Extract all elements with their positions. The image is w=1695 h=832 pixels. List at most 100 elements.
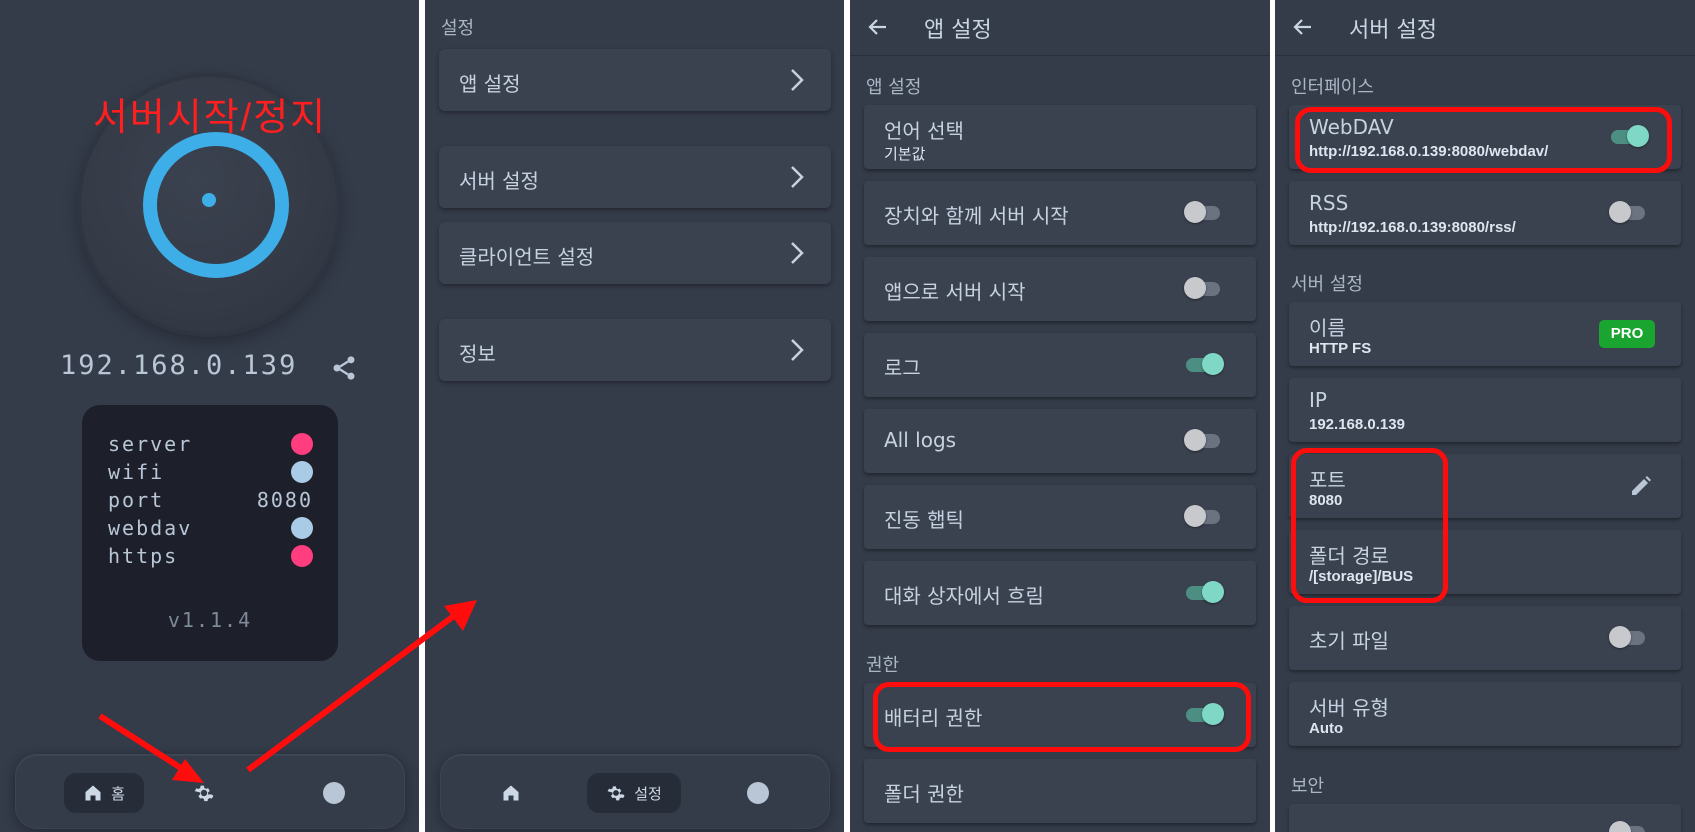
menu-label: 서버 설정 — [459, 169, 539, 193]
status-label: port — [108, 488, 165, 512]
section-server: 서버 설정 — [1291, 274, 1363, 295]
annotation-start-stop: 서버시작/정지 — [92, 97, 328, 139]
nav-settings-label: 설정 — [634, 784, 662, 803]
section-security: 보안 — [1291, 776, 1325, 797]
setting-row[interactable]: 장치와 함께 서버 시작 — [864, 181, 1256, 245]
menu-label: 클라이언트 설정 — [459, 245, 595, 269]
share-icon[interactable] — [330, 354, 358, 382]
name-row[interactable]: 이름 HTTP FS PRO — [1289, 302, 1681, 366]
setting-row[interactable]: 대화 상자에서 흐림 — [864, 561, 1256, 625]
ip-address: 192.168.0.139 — [60, 350, 298, 381]
section-permissions: 권한 — [866, 655, 900, 676]
status-card: server wifi port 8080 webdav https v1.1.… — [82, 405, 338, 661]
toggle-switch[interactable] — [1184, 201, 1220, 223]
toggle-switch[interactable] — [1184, 277, 1220, 299]
back-arrow-icon[interactable] — [1291, 15, 1315, 39]
row-title: 로그 — [884, 356, 921, 380]
settings-screen: 설정 앱 설정 서버 설정 클라이언트 설정 정보 설정 — [425, 0, 844, 832]
circle-icon — [323, 782, 345, 804]
row-title: 폴더 경로 — [1309, 544, 1389, 568]
setting-row[interactable]: 진동 햅틱 — [864, 485, 1256, 549]
folder-path-row[interactable]: 폴더 경로 /[storage]/BUS — [1289, 530, 1681, 594]
status-row-wifi: wifi — [108, 460, 313, 486]
nav-home[interactable]: 홈 — [64, 773, 144, 813]
toggle-switch[interactable] — [1186, 581, 1224, 603]
page-title: 서버 설정 — [1349, 18, 1437, 43]
status-row-port: port 8080 — [108, 488, 313, 514]
nav-home[interactable] — [491, 773, 531, 813]
nav-settings[interactable] — [184, 773, 224, 813]
pro-badge: PRO — [1599, 320, 1655, 348]
folder-permission-row[interactable]: 폴더 권한 — [864, 759, 1256, 823]
row-value: 192.168.0.139 — [1309, 416, 1405, 433]
toggle-switch[interactable] — [1609, 626, 1645, 648]
toggle-switch[interactable] — [1184, 429, 1220, 451]
setting-row[interactable]: All logs — [864, 409, 1256, 473]
row-title: 포트 — [1309, 468, 1346, 492]
row-title: 초기 파일 — [1309, 629, 1389, 653]
init-file-row[interactable]: 초기 파일 — [1289, 606, 1681, 670]
rss-url: http://192.168.0.139:8080/rss/ — [1309, 219, 1516, 236]
port-row[interactable]: 포트 8080 — [1289, 454, 1681, 518]
chevron-right-icon — [791, 69, 804, 91]
row-value: 기본값 — [884, 145, 926, 163]
status-label: wifi — [108, 460, 165, 484]
language-row[interactable]: 언어 선택 기본값 — [864, 105, 1256, 169]
row-title: IP — [1309, 388, 1327, 412]
toggle-switch[interactable] — [1184, 505, 1220, 527]
battery-permission-row[interactable]: 배터리 권한 — [864, 683, 1256, 747]
webdav-row[interactable]: WebDAV http://192.168.0.139:8080/webdav/ — [1289, 105, 1681, 169]
status-row-server: server — [108, 432, 313, 458]
menu-client-settings[interactable]: 클라이언트 설정 — [439, 222, 831, 284]
page-title: 앱 설정 — [924, 18, 992, 43]
row-title: 진동 햅틱 — [884, 508, 964, 532]
nav-settings[interactable]: 설정 — [587, 773, 681, 813]
port-value: 8080 — [256, 488, 313, 512]
power-ring-icon[interactable] — [143, 132, 289, 278]
https-status-dot — [291, 545, 313, 567]
toggle-switch[interactable] — [1186, 703, 1224, 725]
row-value: HTTP FS — [1309, 340, 1372, 357]
menu-label: 앱 설정 — [459, 72, 521, 96]
home-icon — [85, 785, 101, 801]
row-value: 8080 — [1309, 492, 1343, 509]
home-screen: 서버시작/정지 192.168.0.139 server wifi port 8… — [0, 0, 419, 832]
nav-info[interactable] — [314, 773, 354, 813]
row-title: 장치와 함께 서버 시작 — [884, 204, 1069, 228]
menu-server-settings[interactable]: 서버 설정 — [439, 146, 831, 208]
security-row[interactable] — [1289, 804, 1681, 832]
chevron-right-icon — [791, 242, 804, 264]
settings-section-title: 설정 — [441, 18, 475, 39]
row-title: 대화 상자에서 흐림 — [884, 584, 1044, 608]
wifi-status-dot — [291, 461, 313, 483]
setting-row[interactable]: 앱으로 서버 시작 — [864, 257, 1256, 321]
back-arrow-icon[interactable] — [866, 15, 890, 39]
chevron-right-icon — [791, 166, 804, 188]
setting-row[interactable]: 로그 — [864, 333, 1256, 397]
status-row-webdav: webdav — [108, 516, 313, 542]
row-title: 앱으로 서버 시작 — [884, 280, 1026, 304]
gear-icon — [194, 785, 214, 802]
row-value: Auto — [1309, 720, 1344, 737]
app-version: v1.1.4 — [167, 608, 253, 632]
toggle-switch[interactable] — [1611, 125, 1649, 147]
pencil-icon[interactable] — [1629, 474, 1653, 498]
ip-row[interactable]: IP 192.168.0.139 — [1289, 378, 1681, 442]
nav-info[interactable] — [738, 773, 778, 813]
toggle-switch[interactable] — [1186, 353, 1224, 375]
nav-home-label: 홈 — [111, 784, 125, 803]
bottom-navigation: 홈 — [15, 755, 405, 829]
rss-row[interactable]: RSS http://192.168.0.139:8080/rss/ — [1289, 181, 1681, 245]
menu-info[interactable]: 정보 — [439, 319, 831, 381]
server-type-row[interactable]: 서버 유형 Auto — [1289, 682, 1681, 746]
toggle-switch[interactable] — [1609, 201, 1645, 223]
menu-app-settings[interactable]: 앱 설정 — [439, 49, 831, 111]
row-title: 이름 — [1309, 316, 1346, 340]
section-app: 앱 설정 — [866, 77, 922, 98]
toggle-switch[interactable] — [1609, 821, 1645, 832]
server-settings-screen: 서버 설정 인터페이스 WebDAV http://192.168.0.139:… — [1275, 0, 1695, 832]
circle-icon — [747, 782, 769, 804]
bottom-navigation: 설정 — [440, 755, 830, 829]
row-title: RSS — [1309, 191, 1349, 215]
status-row-https: https — [108, 544, 313, 570]
